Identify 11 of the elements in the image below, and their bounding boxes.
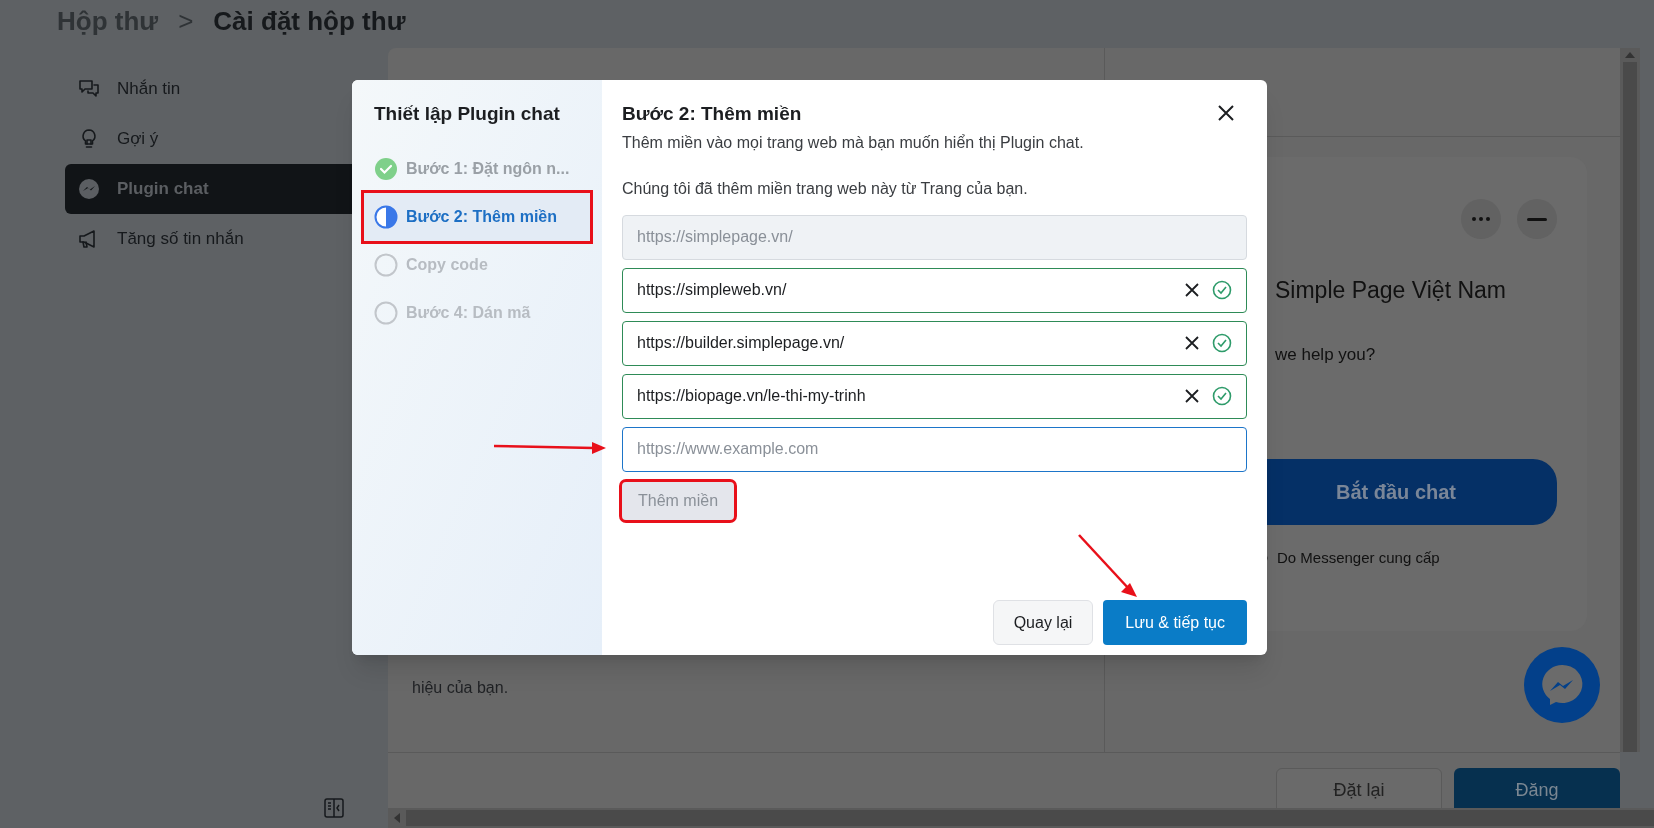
readonly-domain-field: https://simplepage.vn/ <box>622 214 1247 260</box>
page-name: Simple Page Việt Nam <box>1275 276 1507 305</box>
panel-description: hiệu của bạn. <box>412 678 510 698</box>
powered-by-text: Do Messenger cung cấp <box>1277 548 1440 568</box>
dialog-title: Thiết lập Plugin chat <box>374 102 561 126</box>
step-heading: Bước 2: Thêm miền <box>622 102 802 126</box>
breadcrumb-separator: > <box>178 5 194 38</box>
step-subtitle: Thêm miền vào mọi trang web mà bạn muốn hiển thị Plugin chat. <box>622 132 1085 153</box>
info-note: Chúng tôi đã thêm miền trang web này từ Trang của bạn. <box>622 178 1029 199</box>
greeting-text: we help you? <box>1275 343 1377 366</box>
page-title: Cài đặt hộp thư <box>213 5 406 38</box>
